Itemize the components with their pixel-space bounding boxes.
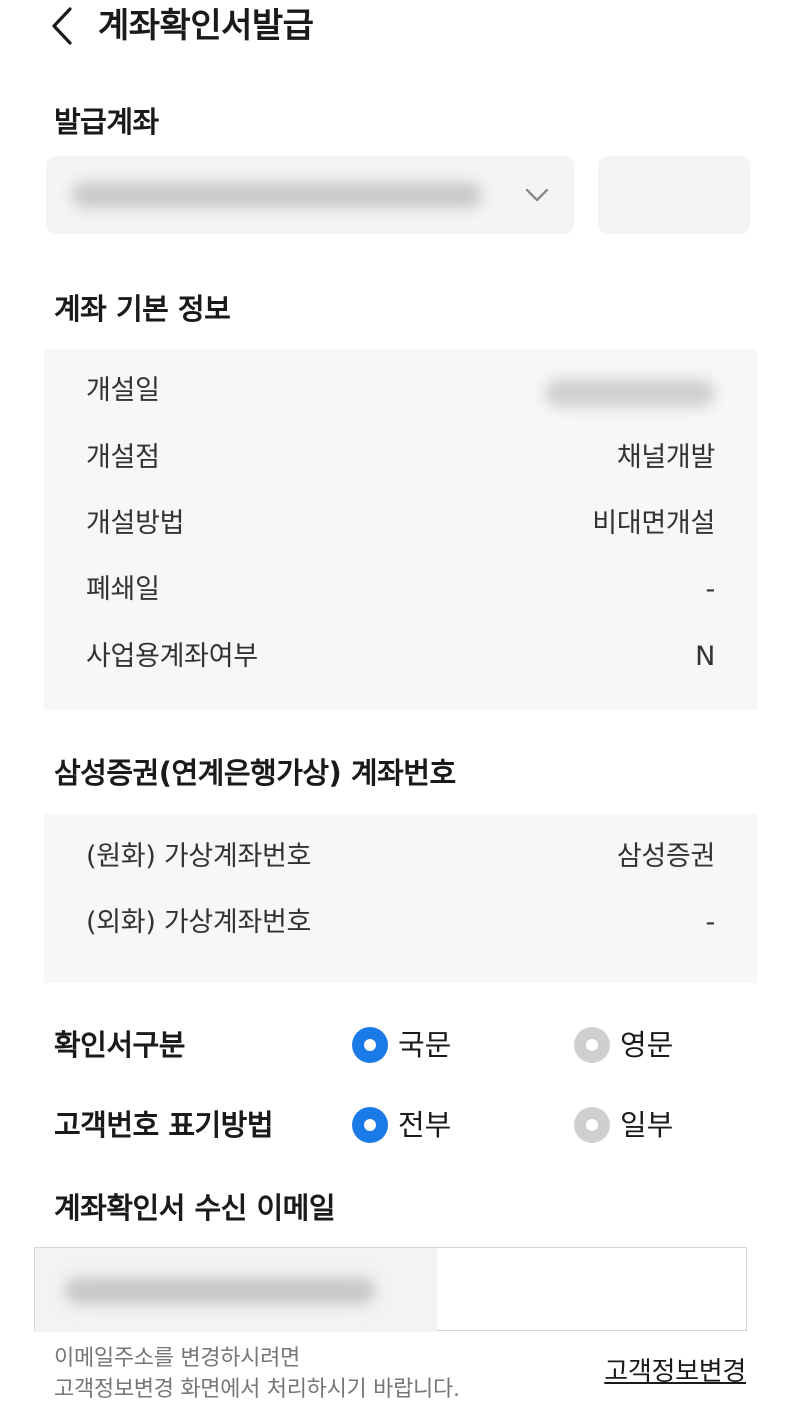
- radio-korean-label[interactable]: 국문: [398, 1023, 451, 1067]
- masked-open-date: [545, 379, 715, 407]
- info-row-fx-virtual: (외화) 가상계좌번호 -: [44, 901, 757, 945]
- info-label: 폐쇄일: [86, 574, 160, 605]
- email-field[interactable]: [34, 1247, 747, 1332]
- radio-full[interactable]: [352, 1107, 388, 1143]
- issue-account-title: 발급계좌: [54, 105, 159, 139]
- info-label: 개설점: [86, 442, 160, 473]
- info-value: 비대면개설: [592, 508, 715, 539]
- virtual-account-title: 삼성증권(연계은행가상) 계좌번호: [54, 756, 456, 790]
- info-row-open-date: 개설일: [44, 369, 757, 413]
- masked-email: [65, 1278, 375, 1304]
- account-select[interactable]: [46, 156, 574, 234]
- radio-full-label[interactable]: 전부: [398, 1103, 451, 1147]
- customer-info-change-link[interactable]: 고객정보변경: [604, 1354, 746, 1390]
- doc-type-label: 확인서구분: [54, 1028, 185, 1062]
- info-label: 개설방법: [86, 508, 185, 539]
- page-title: 계좌확인서발급: [98, 6, 314, 46]
- radio-english-label[interactable]: 영문: [620, 1023, 673, 1067]
- customer-number-label: 고객번호 표기방법: [54, 1108, 274, 1142]
- email-title: 계좌확인서 수신 이메일: [54, 1191, 336, 1225]
- masked-account-number: [72, 182, 482, 208]
- info-row-close-date: 폐쇄일 -: [44, 568, 757, 612]
- basic-info-title: 계좌 기본 정보: [54, 292, 231, 326]
- radio-partial-label[interactable]: 일부: [620, 1103, 673, 1147]
- info-row-open-method: 개설방법 비대면개설: [44, 502, 757, 546]
- virtual-account-panel: (원화) 가상계좌번호 삼성증권 (외화) 가상계좌번호 -: [44, 814, 757, 983]
- basic-info-panel: 개설일 개설점 채널개발 개설방법 비대면개설 폐쇄일 - 사업용계좌여부 N: [44, 349, 757, 710]
- info-label: 사업용계좌여부: [86, 641, 258, 672]
- info-label: (외화) 가상계좌번호: [86, 907, 312, 938]
- radio-english[interactable]: [574, 1027, 610, 1063]
- header: 계좌확인서발급: [0, 0, 800, 60]
- info-row-branch: 개설점 채널개발: [44, 436, 757, 480]
- chevron-down-icon: [525, 188, 549, 202]
- email-notice: 이메일주소를 변경하시려면 고객정보변경 화면에서 처리하시기 바랍니다.: [54, 1343, 460, 1405]
- info-row-krw-virtual: (원화) 가상계좌번호 삼성증권: [44, 835, 757, 879]
- info-label: (원화) 가상계좌번호: [86, 841, 312, 872]
- info-value: 채널개발: [616, 442, 715, 473]
- chevron-left-icon: [52, 7, 72, 45]
- info-value: 삼성증권: [616, 841, 715, 872]
- info-value: -: [705, 574, 716, 605]
- info-row-business-account: 사업용계좌여부 N: [44, 635, 757, 679]
- info-value: N: [695, 641, 715, 672]
- back-button[interactable]: [44, 4, 84, 48]
- account-nickname-box[interactable]: [598, 156, 750, 234]
- info-value: -: [705, 907, 716, 938]
- notice-line: 이메일주소를 변경하시려면: [54, 1346, 300, 1371]
- info-label: 개설일: [86, 375, 160, 406]
- radio-korean[interactable]: [352, 1027, 388, 1063]
- radio-partial[interactable]: [574, 1107, 610, 1143]
- notice-line: 고객정보변경 화면에서 처리하시기 바랍니다.: [54, 1377, 460, 1402]
